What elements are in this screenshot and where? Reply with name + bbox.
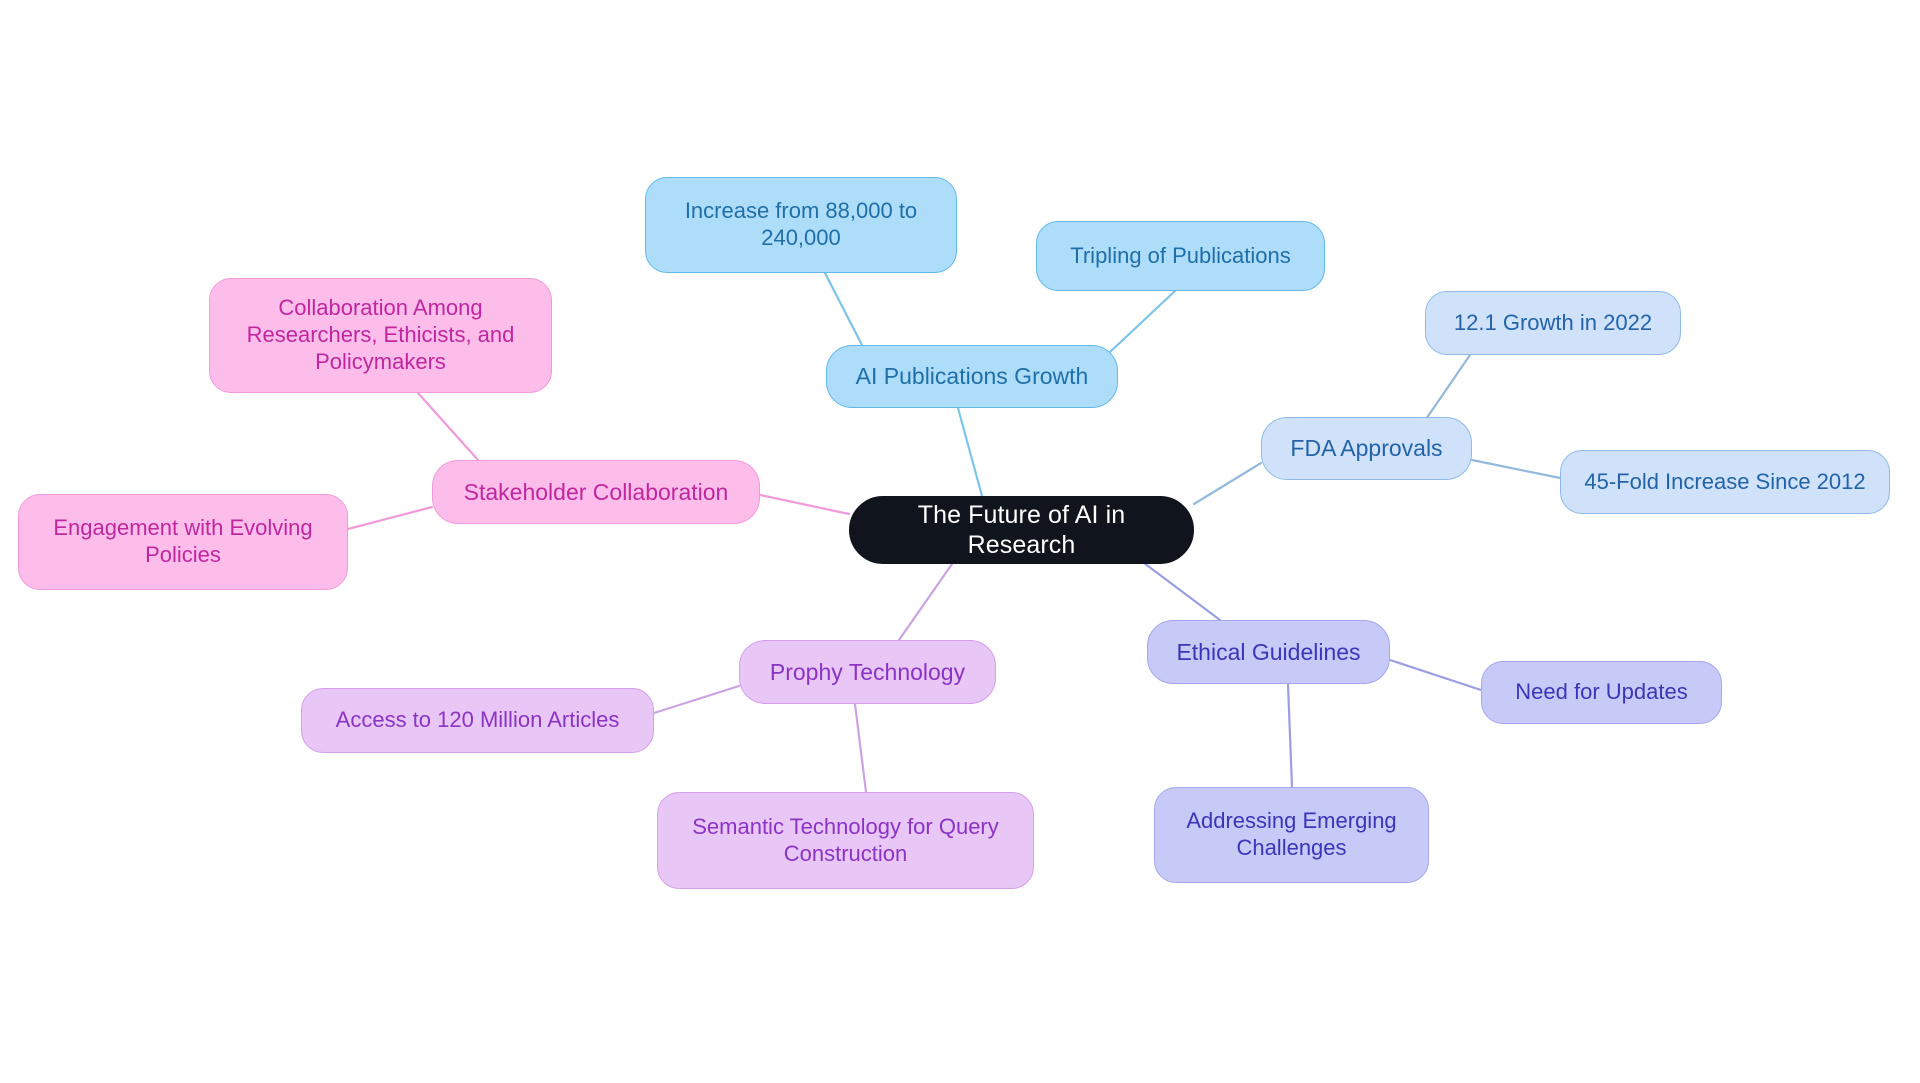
- connector-ethical-guidelines-to-addressing-challenges: [1286, 682, 1294, 789]
- mindmap-branch-node-stakeholder-collaboration[interactable]: Stakeholder Collaboration: [432, 460, 760, 524]
- connector-stakeholder-to-collaboration-among: [416, 391, 480, 462]
- connector-root-to-prophy-technology: [897, 562, 954, 642]
- connector-ethical-guidelines-to-need-for-updates: [1388, 658, 1483, 692]
- mindmap-leaf-node-engagement-with-evolving-policies[interactable]: Engagement with Evolving Policies: [18, 494, 348, 590]
- connector-fda-approvals-to-45-fold: [1470, 458, 1562, 480]
- mindmap-branch-node-ethical-guidelines[interactable]: Ethical Guidelines: [1147, 620, 1390, 684]
- mindmap-leaf-node-growth-12-1-in-2022[interactable]: 12.1 Growth in 2022: [1425, 291, 1681, 355]
- mindmap-leaf-node-increase-88000-240000[interactable]: Increase from 88,000 to 240,000: [645, 177, 957, 273]
- connector-prophy-to-access-120-million: [652, 684, 741, 715]
- mindmap-leaf-node-need-for-updates[interactable]: Need for Updates: [1481, 661, 1722, 724]
- connector-fda-approvals-to-growth-12-1: [1422, 353, 1472, 424]
- connector-root-to-ai-publications-growth: [956, 406, 984, 498]
- mindmap-canvas: The Future of AI in Research AI Publicati…: [0, 0, 1920, 1083]
- connector-root-to-stakeholder-collaboration: [758, 493, 851, 516]
- connector-ai-publications-growth-to-increase: [823, 271, 864, 347]
- connector-prophy-to-semantic-technology: [853, 702, 868, 794]
- mindmap-branch-node-ai-publications-growth[interactable]: AI Publications Growth: [826, 345, 1118, 408]
- mindmap-leaf-node-45-fold-increase-since-2012[interactable]: 45-Fold Increase Since 2012: [1560, 450, 1890, 514]
- mindmap-branch-node-prophy-technology[interactable]: Prophy Technology: [739, 640, 996, 704]
- mindmap-leaf-node-addressing-emerging-challenges[interactable]: Addressing Emerging Challenges: [1154, 787, 1429, 883]
- connector-root-to-fda-approvals: [1192, 461, 1263, 506]
- mindmap-root-node-root[interactable]: The Future of AI in Research: [849, 496, 1194, 564]
- mindmap-leaf-node-semantic-technology-query-construction[interactable]: Semantic Technology for Query Constructi…: [657, 792, 1034, 889]
- connector-ai-publications-growth-to-tripling: [1108, 289, 1177, 354]
- mindmap-leaf-node-access-to-120-million-articles[interactable]: Access to 120 Million Articles: [301, 688, 654, 753]
- connector-stakeholder-to-engagement-policies: [346, 505, 434, 531]
- mindmap-leaf-node-tripling-of-publications[interactable]: Tripling of Publications: [1036, 221, 1325, 291]
- mindmap-branch-node-fda-approvals[interactable]: FDA Approvals: [1261, 417, 1472, 480]
- mindmap-leaf-node-collaboration-among-researchers-ethicists-policymakers[interactable]: Collaboration Among Researchers, Ethicis…: [209, 278, 552, 393]
